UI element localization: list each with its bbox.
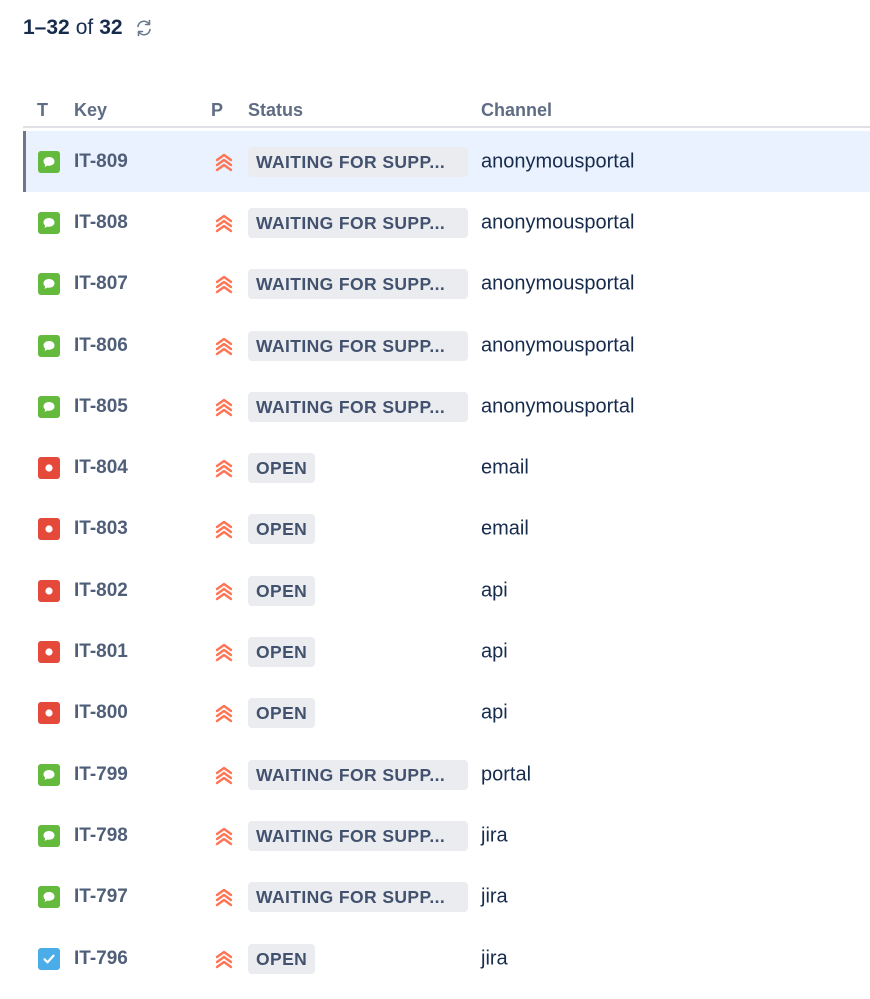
table-row[interactable]: IT-796 OPEN jira: [23, 928, 870, 989]
status-lozenge: OPEN: [248, 698, 316, 729]
table-row[interactable]: IT-804 OPEN email: [23, 437, 870, 498]
channel-value: anonymousportal: [481, 334, 635, 357]
chat-icon: [38, 886, 60, 909]
table-row[interactable]: IT-803 OPEN email: [23, 499, 870, 560]
status-lozenge: OPEN: [248, 943, 316, 974]
task-icon: [38, 947, 60, 970]
issue-key-link[interactable]: IT-809: [74, 151, 128, 173]
column-header-channel[interactable]: Channel: [481, 100, 552, 121]
status-lozenge: WAITING FOR SUPP...: [248, 820, 468, 851]
issue-key-link[interactable]: IT-802: [74, 580, 128, 602]
channel-value: api: [481, 640, 508, 663]
channel-value: anonymousportal: [481, 211, 635, 234]
bug-icon: [38, 579, 60, 602]
issue-key-link[interactable]: IT-805: [74, 396, 128, 418]
channel-value: anonymousportal: [481, 150, 635, 173]
status-lozenge: WAITING FOR SUPP...: [248, 882, 468, 913]
pagination-of: of: [75, 16, 94, 39]
channel-value: anonymousportal: [481, 272, 635, 295]
chat-icon: [38, 211, 60, 234]
priority-highest-icon: [213, 764, 235, 786]
channel-value: api: [481, 701, 508, 724]
bug-icon: [38, 641, 60, 664]
column-header-key[interactable]: Key: [74, 100, 107, 121]
channel-value: jira: [481, 885, 508, 908]
channel-value: email: [481, 517, 529, 540]
issue-key-link[interactable]: IT-796: [74, 948, 128, 970]
table-header: T Key P Status Channel: [23, 96, 870, 128]
priority-highest-icon: [213, 335, 235, 357]
priority-highest-icon: [213, 702, 235, 724]
issue-key-link[interactable]: IT-798: [74, 825, 128, 847]
table-row[interactable]: IT-805 WAITING FOR SUPP... anonymousportal: [23, 376, 870, 437]
table-row[interactable]: IT-802 OPEN api: [23, 560, 870, 621]
table-row[interactable]: IT-801 OPEN api: [23, 621, 870, 682]
priority-highest-icon: [213, 518, 235, 540]
priority-highest-icon: [213, 580, 235, 602]
status-lozenge: WAITING FOR SUPP...: [248, 146, 468, 177]
chat-icon: [38, 150, 60, 173]
channel-value: api: [481, 579, 508, 602]
priority-highest-icon: [213, 641, 235, 663]
status-lozenge: OPEN: [248, 575, 316, 606]
bug-icon: [38, 702, 60, 725]
refresh-icon: [136, 19, 151, 37]
chat-icon: [38, 763, 60, 786]
column-header-type[interactable]: T: [37, 100, 48, 121]
chat-icon: [38, 824, 60, 847]
bug-icon: [38, 518, 60, 541]
priority-highest-icon: [213, 273, 235, 295]
chat-icon: [38, 395, 60, 418]
channel-value: jira: [481, 947, 508, 969]
status-lozenge: WAITING FOR SUPP...: [248, 759, 468, 790]
pagination-range: 1–32: [23, 16, 70, 39]
priority-highest-icon: [213, 948, 235, 970]
issue-key-link[interactable]: IT-800: [74, 702, 128, 724]
column-header-status[interactable]: Status: [248, 100, 303, 121]
table-row[interactable]: IT-807 WAITING FOR SUPP... anonymousportal: [23, 254, 870, 315]
status-lozenge: WAITING FOR SUPP...: [248, 330, 468, 361]
priority-highest-icon: [213, 151, 235, 173]
issue-key-link[interactable]: IT-797: [74, 886, 128, 908]
channel-value: email: [481, 456, 529, 479]
issue-key-link[interactable]: IT-799: [74, 764, 128, 786]
priority-highest-icon: [213, 886, 235, 908]
status-lozenge: WAITING FOR SUPP...: [248, 269, 468, 300]
table-row[interactable]: IT-799 WAITING FOR SUPP... portal: [23, 744, 870, 805]
priority-highest-icon: [213, 457, 235, 479]
issue-key-link[interactable]: IT-801: [74, 641, 128, 663]
table-row[interactable]: IT-808 WAITING FOR SUPP... anonymousportal: [23, 192, 870, 253]
table-row[interactable]: IT-809 WAITING FOR SUPP... anonymousportal: [23, 131, 870, 193]
refresh-button[interactable]: [133, 17, 155, 39]
issue-key-link[interactable]: IT-806: [74, 335, 128, 357]
bug-icon: [38, 457, 60, 480]
table-row[interactable]: IT-806 WAITING FOR SUPP... anonymousportal: [23, 315, 870, 376]
status-lozenge: WAITING FOR SUPP...: [248, 391, 468, 422]
issue-table-body: IT-809 WAITING FOR SUPP... anonymousportal…: [23, 131, 870, 989]
channel-value: portal: [481, 763, 532, 786]
chat-icon: [38, 334, 60, 357]
channel-value: jira: [481, 824, 508, 847]
table-row[interactable]: IT-797 WAITING FOR SUPP... jira: [23, 867, 870, 928]
priority-highest-icon: [213, 825, 235, 847]
issue-key-link[interactable]: IT-803: [74, 518, 128, 540]
status-lozenge: WAITING FOR SUPP...: [248, 207, 468, 238]
status-lozenge: OPEN: [248, 637, 316, 668]
table-row[interactable]: IT-798 WAITING FOR SUPP... jira: [23, 805, 870, 866]
table-row[interactable]: IT-800 OPEN api: [23, 683, 870, 744]
pagination-total: 32: [99, 16, 123, 39]
chat-icon: [38, 273, 60, 296]
channel-value: anonymousportal: [481, 395, 635, 418]
pagination-summary: 1–32 of 32: [23, 13, 155, 43]
status-lozenge: OPEN: [248, 514, 316, 545]
status-lozenge: OPEN: [248, 453, 316, 484]
priority-highest-icon: [213, 212, 235, 234]
priority-highest-icon: [213, 396, 235, 418]
column-header-priority[interactable]: P: [211, 100, 223, 121]
issue-key-link[interactable]: IT-807: [74, 273, 128, 295]
issue-key-link[interactable]: IT-804: [74, 457, 128, 479]
issue-key-link[interactable]: IT-808: [74, 212, 128, 234]
